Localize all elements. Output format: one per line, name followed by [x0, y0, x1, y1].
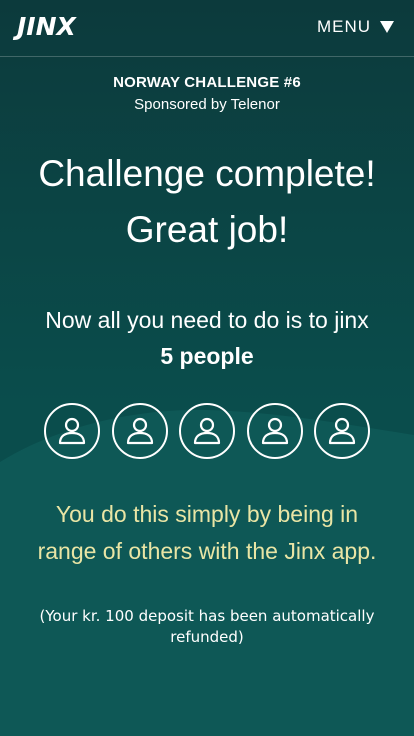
- explanation-line-1: You do this simply by being in: [55, 501, 359, 527]
- menu-button[interactable]: MENU: [317, 16, 394, 38]
- avatar-row: [44, 403, 370, 459]
- person-avatar-4: [246, 403, 303, 459]
- person-icon: [328, 417, 356, 445]
- person-avatar-3: [179, 403, 235, 459]
- challenge-complete-screen: JINX MENU NORWAY CHALLENGE #6 Sponsored …: [0, 0, 414, 736]
- caret-down-icon: [380, 21, 394, 33]
- headline: Challenge complete! Great job!: [0, 146, 414, 258]
- person-icon: [193, 417, 221, 445]
- instruction-text: Now all you need to do is to jinx: [45, 307, 369, 333]
- person-icon: [261, 417, 288, 445]
- sponsor-text: Sponsored by Telenor: [134, 96, 280, 113]
- person-avatar-2: [111, 403, 168, 459]
- headline-line-2: Great job!: [125, 209, 289, 250]
- person-icon: [126, 417, 153, 445]
- people-count: 5 people: [160, 343, 254, 369]
- headline-line-1: Challenge complete!: [38, 153, 376, 194]
- person-icon: [58, 417, 86, 445]
- jinx-logo[interactable]: JINX: [17, 12, 76, 42]
- person-avatar-1: [44, 403, 100, 459]
- challenge-title: NORWAY CHALLENGE #6: [113, 74, 301, 91]
- explanation-line-2: range of others with the Jinx app.: [37, 538, 377, 564]
- menu-label: MENU: [316, 17, 371, 36]
- person-avatar-5: [314, 403, 370, 459]
- refund-note: (Your kr. 100 deposit has been automatic…: [39, 607, 375, 646]
- top-bar: JINX MENU: [0, 0, 414, 57]
- explanation-text: You do this simply by being in range of …: [0, 496, 414, 570]
